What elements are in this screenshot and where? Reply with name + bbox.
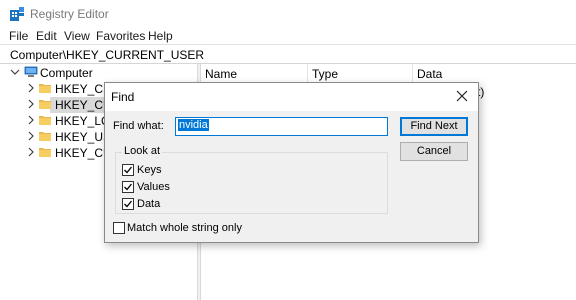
keys-checkbox[interactable] [122, 164, 134, 176]
folder-icon [39, 84, 51, 93]
title-bar: Registry Editor [0, 0, 576, 28]
data-label: Data [137, 198, 161, 210]
menu-edit[interactable]: Edit [36, 29, 57, 43]
cancel-button[interactable]: Cancel [400, 142, 468, 161]
menu-favorites[interactable]: Favorites [96, 29, 145, 43]
registry-editor-icon [10, 7, 24, 21]
menu-view[interactable]: View [64, 29, 90, 43]
tree-item-computer[interactable]: Computer [0, 65, 197, 81]
match-whole-string-checkbox[interactable] [113, 222, 125, 234]
computer-icon [24, 66, 38, 77]
values-label: Values [137, 181, 170, 193]
column-header-data[interactable]: Data [413, 64, 573, 84]
find-dialog-title: Find [111, 90, 135, 104]
menu-help[interactable]: Help [148, 29, 173, 43]
folder-icon [39, 116, 51, 125]
window-title: Registry Editor [30, 7, 109, 21]
column-header-type[interactable]: Type [308, 64, 412, 84]
chevron-down-icon[interactable] [10, 67, 20, 77]
column-header-name[interactable]: Name [201, 64, 307, 84]
chevron-right-icon[interactable] [26, 83, 36, 93]
find-what-value: nvidia [178, 119, 209, 131]
column-header-label: Type [312, 67, 339, 81]
column-header-label: Name [205, 67, 238, 81]
address-path: Computer\HKEY_CURRENT_USER [10, 48, 205, 62]
chevron-right-icon[interactable] [26, 99, 36, 109]
values-checkbox[interactable] [122, 181, 134, 193]
look-at-label: Look at [122, 145, 163, 157]
find-dialog-titlebar[interactable]: Find [105, 83, 478, 111]
look-at-group: Look at Keys Values Data [115, 145, 388, 214]
folder-icon [39, 100, 51, 109]
folder-icon [39, 148, 51, 157]
address-bar[interactable]: Computer\HKEY_CURRENT_USER [0, 44, 576, 64]
find-what-label: Find what: [113, 120, 164, 132]
checkmark-icon [124, 166, 133, 174]
menu-file[interactable]: File [9, 29, 28, 43]
folder-icon [39, 132, 51, 141]
find-what-input[interactable]: nvidia [175, 117, 388, 136]
chevron-right-icon[interactable] [26, 115, 36, 125]
checkmark-icon [124, 183, 133, 191]
find-dialog: Find Find what: nvidia Find Next Cancel … [104, 82, 479, 243]
checkmark-icon [124, 200, 133, 208]
find-next-button[interactable]: Find Next [400, 117, 468, 136]
keys-label: Keys [137, 164, 162, 176]
match-whole-string-label: Match whole string only [127, 222, 242, 234]
close-icon[interactable] [454, 88, 470, 104]
tree-label-computer: Computer [40, 66, 93, 80]
column-header-label: Data [417, 67, 443, 81]
chevron-right-icon[interactable] [26, 147, 36, 157]
chevron-right-icon[interactable] [26, 131, 36, 141]
data-checkbox[interactable] [122, 198, 134, 210]
